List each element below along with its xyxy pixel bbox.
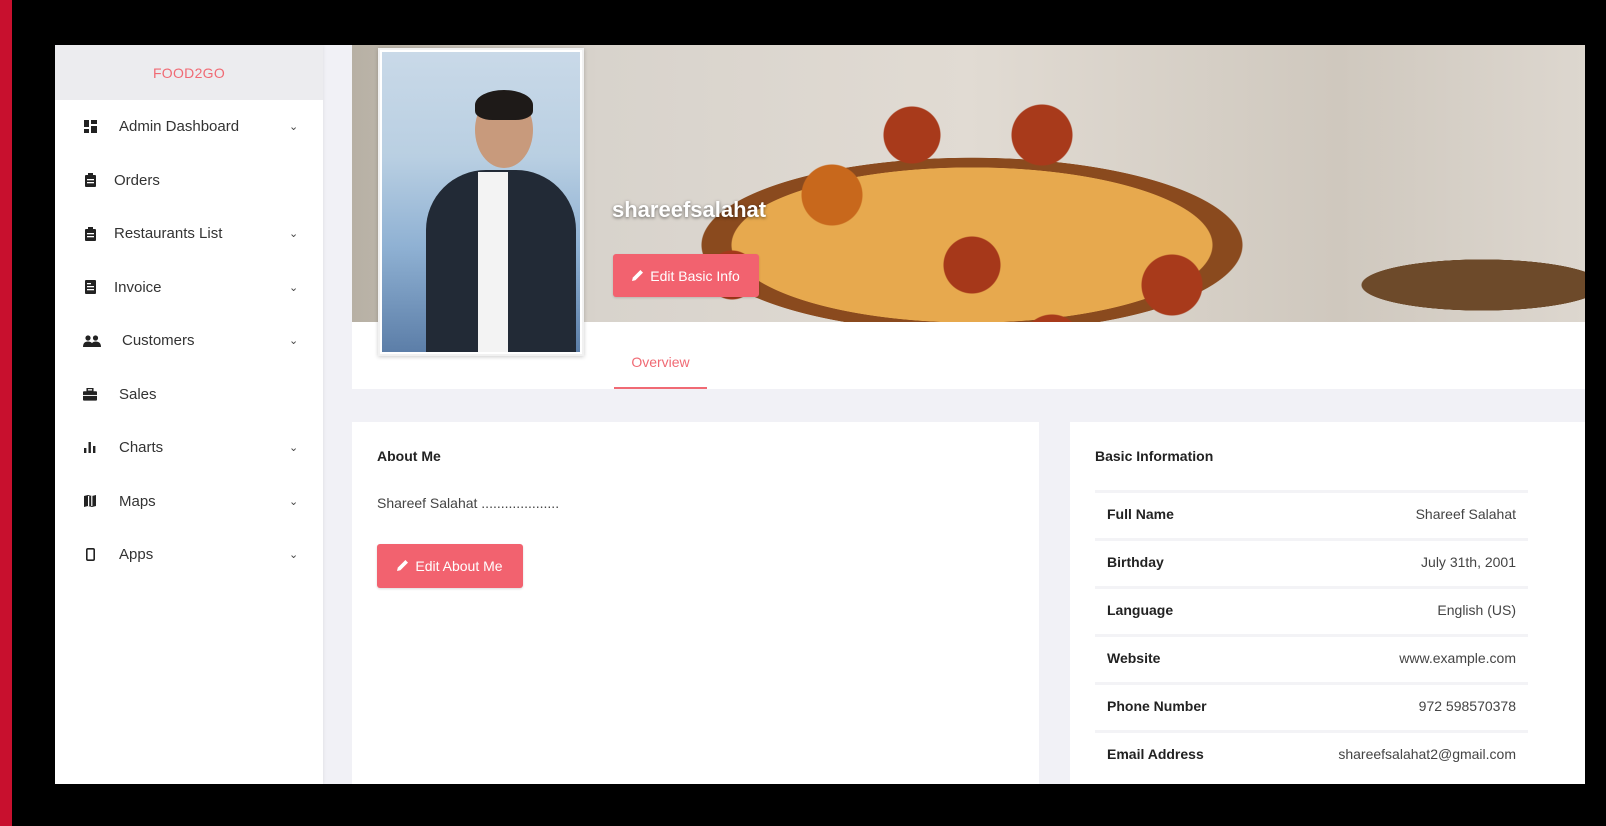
language-value: English (US): [1437, 602, 1516, 618]
sidebar-item-admin-dashboard[interactable]: Admin Dashboard ⌄: [55, 100, 323, 154]
sidebar: FOOD2GO Admin Dashboard ⌄ Orders Restaur…: [55, 45, 323, 784]
website-value: www.example.com: [1399, 650, 1516, 666]
sidebar-item-label: Orders: [114, 171, 160, 189]
main-content: shareefsalahat Edit Basic Info Overview …: [352, 45, 1585, 784]
sidebar-item-invoice[interactable]: Invoice ⌄: [55, 261, 323, 315]
phone-number-label: Phone Number: [1107, 698, 1207, 714]
chevron-down-icon: ⌄: [289, 549, 299, 562]
sidebar-item-customers[interactable]: Customers ⌄: [55, 314, 323, 368]
about-me-card: About Me Shareef Salahat ...............…: [352, 422, 1039, 784]
screenshot-frame: FOOD2GO Admin Dashboard ⌄ Orders Restaur…: [12, 0, 1606, 826]
chevron-down-icon: ⌄: [289, 121, 299, 134]
website-label: Website: [1107, 650, 1161, 666]
chevron-down-icon: ⌄: [289, 495, 299, 508]
full-name-label: Full Name: [1107, 506, 1174, 522]
chevron-down-icon: ⌄: [289, 228, 299, 241]
edit-about-me-button[interactable]: Edit About Me: [377, 544, 523, 588]
briefcase-icon: [83, 387, 97, 401]
sidebar-item-label: Charts: [119, 439, 164, 457]
sidebar-item-charts[interactable]: Charts ⌄: [55, 421, 323, 475]
profile-photo[interactable]: [378, 48, 584, 356]
edit-basic-info-label: Edit Basic Info: [650, 267, 740, 284]
clipboard-icon: [83, 226, 97, 241]
birthday-label: Birthday: [1107, 554, 1164, 570]
sidebar-item-label: Invoice: [114, 278, 162, 296]
about-me-text: Shareef Salahat ....................: [377, 495, 560, 511]
full-name-value: Shareef Salahat: [1415, 506, 1516, 522]
table-row: Full Name Shareef Salahat: [1095, 490, 1528, 535]
table-row: Language English (US): [1095, 586, 1528, 631]
brand-logo[interactable]: FOOD2GO: [55, 45, 323, 100]
table-row: Email Address shareefsalahat2@gmail.com: [1095, 730, 1528, 775]
edit-about-me-label: Edit About Me: [415, 558, 503, 574]
sidebar-item-label: Apps: [119, 546, 154, 564]
invoice-icon: [83, 280, 97, 295]
chevron-down-icon: ⌄: [289, 335, 299, 348]
chevron-down-icon: ⌄: [289, 442, 299, 455]
language-label: Language: [1107, 602, 1174, 618]
pencil-icon: [632, 268, 644, 284]
sidebar-item-label: Maps: [119, 492, 156, 510]
profile-header-card: shareefsalahat Edit Basic Info Overview: [352, 45, 1585, 389]
sidebar-item-restaurants-list[interactable]: Restaurants List ⌄: [55, 207, 323, 261]
sidebar-item-maps[interactable]: Maps ⌄: [55, 475, 323, 529]
sidebar-item-sales[interactable]: Sales: [55, 368, 323, 422]
basic-information-card: Basic Information Full Name Shareef Sala…: [1070, 422, 1585, 784]
profile-photo-image: [382, 52, 580, 352]
chevron-down-icon: ⌄: [289, 281, 299, 294]
basic-information-title: Basic Information: [1095, 448, 1214, 464]
basic-information-table: Full Name Shareef Salahat Birthday July …: [1095, 490, 1528, 778]
tab-overview[interactable]: Overview: [614, 337, 707, 389]
about-me-title: About Me: [377, 448, 441, 464]
birthday-value: July 31th, 2001: [1421, 554, 1516, 570]
users-icon: [83, 334, 101, 348]
profile-username: shareefsalahat: [612, 197, 767, 222]
map-icon: [83, 494, 97, 508]
email-address-label: Email Address: [1107, 746, 1204, 762]
edit-basic-info-button[interactable]: Edit Basic Info: [613, 254, 759, 297]
sidebar-item-label: Sales: [119, 385, 157, 403]
pencil-icon: [397, 558, 409, 574]
sidebar-item-label: Admin Dashboard: [119, 118, 240, 136]
table-row: Phone Number 972 598570378: [1095, 682, 1528, 727]
app-window: FOOD2GO Admin Dashboard ⌄ Orders Restaur…: [55, 45, 1585, 784]
dashboard-icon: [83, 120, 97, 134]
table-row: Birthday July 31th, 2001: [1095, 538, 1528, 583]
sidebar-item-label: Customers: [122, 332, 195, 350]
clipboard-icon: [83, 173, 97, 188]
sidebar-nav: Admin Dashboard ⌄ Orders Restaurants Lis…: [55, 100, 323, 582]
email-address-value: shareefsalahat2@gmail.com: [1338, 746, 1516, 762]
sidebar-item-apps[interactable]: Apps ⌄: [55, 528, 323, 582]
table-row: Website www.example.com: [1095, 634, 1528, 679]
mobile-icon: [83, 548, 97, 562]
phone-number-value: 972 598570378: [1418, 698, 1516, 714]
sidebar-item-label: Restaurants List: [114, 225, 223, 243]
bar-chart-icon: [83, 441, 97, 455]
sidebar-item-orders[interactable]: Orders: [55, 154, 323, 208]
